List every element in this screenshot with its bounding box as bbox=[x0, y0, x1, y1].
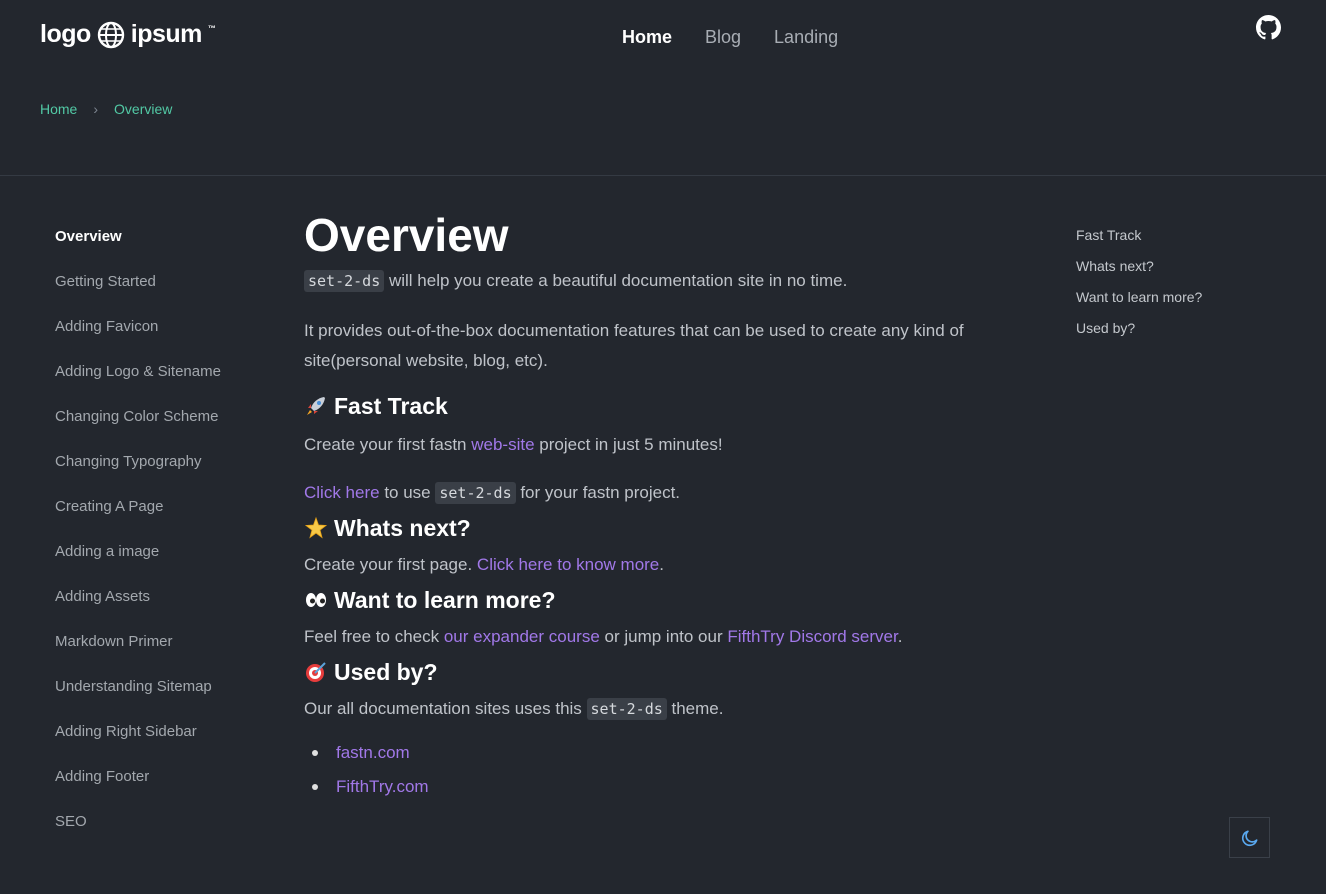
inline-code: set-2-ds bbox=[304, 270, 385, 292]
sidebar-item-adding-favicon[interactable]: Adding Favicon bbox=[55, 316, 221, 361]
text-span: theme. bbox=[666, 699, 724, 718]
right-toc: Fast Track Whats next? Want to learn mor… bbox=[1076, 224, 1202, 348]
text-span: Feel free to check bbox=[304, 627, 444, 646]
fifthtry-link[interactable]: FifthTry.com bbox=[336, 772, 429, 802]
chevron-right-icon: › bbox=[93, 101, 99, 117]
fast-track-line1: Create your first fastn web-site project… bbox=[304, 430, 1004, 460]
site-logo[interactable]: logo ipsum ™ bbox=[40, 20, 216, 49]
list-item: FifthTry.com bbox=[304, 770, 1004, 804]
sidebar-item-markdown-primer[interactable]: Markdown Primer bbox=[55, 631, 221, 676]
target-icon bbox=[306, 662, 326, 682]
nav-blog[interactable]: Blog bbox=[705, 27, 741, 48]
learn-more-title: Want to learn more? bbox=[334, 587, 556, 613]
page-title: Overview bbox=[304, 209, 509, 261]
sidebar-item-sitemap[interactable]: Understanding Sitemap bbox=[55, 676, 221, 721]
text-span: for your fastn project. bbox=[515, 483, 681, 502]
text-span: Our all documentation sites uses this bbox=[304, 699, 587, 718]
fast-track-line2: Click here to use set-2-ds for your fast… bbox=[304, 478, 1004, 508]
eyes-icon bbox=[306, 593, 326, 607]
fast-track-heading: Fast Track bbox=[304, 390, 1004, 422]
inline-code: set-2-ds bbox=[435, 482, 516, 504]
logo-text-left: logo bbox=[40, 20, 91, 48]
sidebar-item-adding-image[interactable]: Adding a image bbox=[55, 541, 221, 586]
nav-landing[interactable]: Landing bbox=[774, 27, 838, 48]
fast-track-title: Fast Track bbox=[334, 393, 448, 419]
bullet-icon bbox=[312, 784, 318, 790]
glowing-star-icon bbox=[304, 516, 328, 539]
text-span: Create your first page. bbox=[304, 555, 477, 574]
sidebar-item-adding-assets[interactable]: Adding Assets bbox=[55, 586, 221, 631]
sidebar-item-creating-page[interactable]: Creating A Page bbox=[55, 496, 221, 541]
discord-link[interactable]: FifthTry Discord server bbox=[727, 627, 897, 646]
sidebar-item-overview[interactable]: Overview bbox=[55, 226, 221, 271]
text-span: project in just 5 minutes! bbox=[534, 435, 723, 454]
whats-next-heading: Whats next? bbox=[304, 512, 1004, 544]
sidebar-item-footer[interactable]: Adding Footer bbox=[55, 766, 221, 811]
text-span: . bbox=[897, 627, 903, 646]
sidebar-item-typography[interactable]: Changing Typography bbox=[55, 451, 221, 496]
text-span: . bbox=[659, 555, 664, 574]
github-icon bbox=[1256, 15, 1281, 40]
bullet-icon bbox=[312, 750, 318, 756]
used-by-line: Our all documentation sites uses this se… bbox=[304, 694, 1004, 724]
sidebar-item-getting-started[interactable]: Getting Started bbox=[55, 271, 221, 316]
learn-more-heading: Want to learn more? bbox=[304, 584, 1004, 616]
top-nav: Home Blog Landing bbox=[622, 27, 838, 48]
toc-learn-more[interactable]: Want to learn more? bbox=[1076, 286, 1202, 317]
fastn-link[interactable]: fastn.com bbox=[336, 738, 410, 768]
provides-paragraph: It provides out-of-the-box documentation… bbox=[304, 321, 964, 370]
sidebar-item-seo[interactable]: SEO bbox=[55, 811, 221, 856]
toc-used-by[interactable]: Used by? bbox=[1076, 317, 1202, 348]
nav-home[interactable]: Home bbox=[622, 27, 672, 48]
text-span: or jump into our bbox=[599, 627, 728, 646]
main-content: Overview set-2-ds will help you create a… bbox=[304, 208, 1004, 804]
learn-more-line: Feel free to check our expander course o… bbox=[304, 622, 1004, 652]
intro-text: will help you create a beautiful documen… bbox=[384, 271, 848, 290]
expander-course-link[interactable]: our expander course bbox=[444, 627, 600, 646]
used-by-title: Used by? bbox=[334, 659, 438, 685]
breadcrumb-home[interactable]: Home bbox=[40, 101, 77, 117]
list-item: fastn.com bbox=[304, 736, 1004, 770]
web-site-link[interactable]: web-site bbox=[471, 435, 534, 454]
left-sidebar: Overview Getting Started Adding Favicon … bbox=[55, 226, 221, 856]
sidebar-item-right-sidebar[interactable]: Adding Right Sidebar bbox=[55, 721, 221, 766]
toc-fast-track[interactable]: Fast Track bbox=[1076, 224, 1202, 255]
used-by-heading: Used by? bbox=[304, 656, 1004, 688]
click-here-link[interactable]: Click here bbox=[304, 483, 380, 502]
toc-whats-next[interactable]: Whats next? bbox=[1076, 255, 1202, 286]
inline-code: set-2-ds bbox=[586, 698, 667, 720]
trademark: ™ bbox=[207, 24, 216, 33]
whats-next-line: Create your first page. Click here to kn… bbox=[304, 550, 1004, 580]
intro-paragraph: set-2-ds will help you create a beautifu… bbox=[304, 266, 1004, 296]
know-more-link[interactable]: Click here to know more bbox=[477, 555, 659, 574]
moon-icon bbox=[1241, 830, 1257, 846]
globe-icon bbox=[97, 21, 124, 48]
theme-toggle-button[interactable] bbox=[1229, 817, 1270, 858]
sites-list: fastn.com FifthTry.com bbox=[304, 736, 1004, 804]
sidebar-item-adding-logo[interactable]: Adding Logo & Sitename bbox=[55, 361, 221, 406]
text-span: to use bbox=[379, 483, 436, 502]
whats-next-title: Whats next? bbox=[334, 515, 471, 541]
sidebar-item-color-scheme[interactable]: Changing Color Scheme bbox=[55, 406, 221, 451]
breadcrumb: Home › Overview bbox=[40, 101, 172, 117]
breadcrumb-current[interactable]: Overview bbox=[114, 101, 172, 117]
rocket-icon bbox=[307, 397, 325, 415]
text-span: Create your first fastn bbox=[304, 435, 472, 454]
site-header: logo ipsum ™ Home Blog Landing Home › Ov… bbox=[0, 0, 1326, 176]
logo-text-right: ipsum bbox=[130, 20, 203, 48]
